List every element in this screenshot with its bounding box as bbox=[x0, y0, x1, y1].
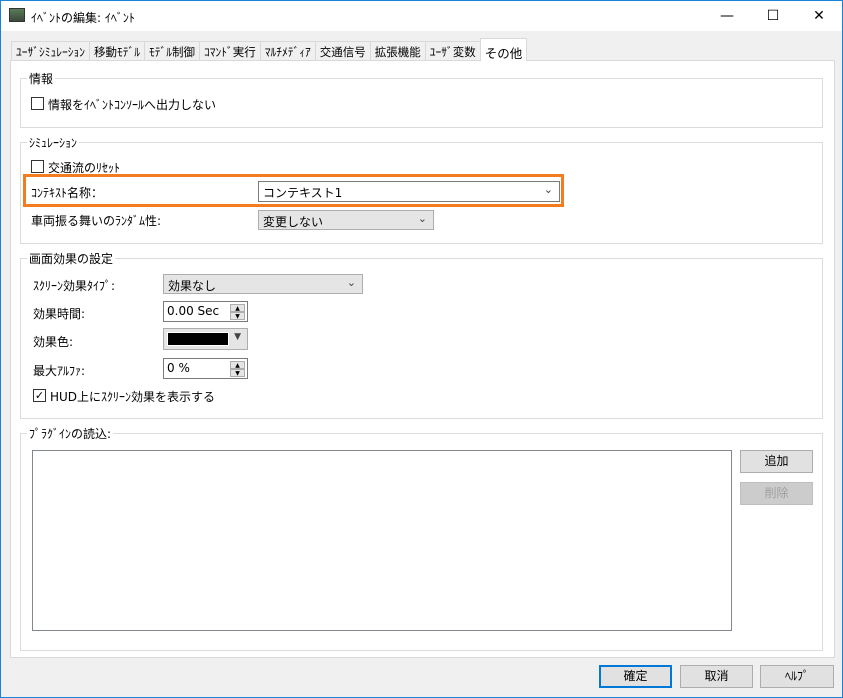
remove-plugin-button[interactable]: 削除 bbox=[740, 482, 813, 505]
info-group-title: 情報 bbox=[27, 70, 56, 87]
window-title: ｲﾍﾞﾝﾄの編集: ｲﾍﾞﾝﾄ bbox=[31, 11, 135, 25]
effect-type-value: 効果なし bbox=[168, 279, 217, 293]
tab-extensions[interactable]: 拡張機能 bbox=[369, 41, 426, 61]
color-swatch bbox=[167, 332, 229, 346]
chevron-down-icon: ⌄ bbox=[346, 276, 356, 289]
tab-movement-model[interactable]: 移動ﾓﾃﾞﾙ bbox=[89, 41, 145, 61]
tab-other[interactable]: その他 bbox=[479, 38, 528, 61]
screen-effect-group-title: 画面効果の設定 bbox=[27, 250, 116, 267]
hud-checkbox[interactable]: ✓ bbox=[33, 389, 46, 402]
no-output-checkbox[interactable] bbox=[31, 97, 44, 110]
effect-time-spinner[interactable]: 0.00 Sec ▲ ▼ bbox=[163, 301, 248, 322]
screen-effect-group: 画面効果の設定 ｽｸﾘｰﾝ効果ﾀｲﾌﾟ: 効果なし ⌄ 効果時間: 0.00 S… bbox=[20, 250, 823, 419]
effect-color-picker[interactable]: ▼ bbox=[163, 328, 248, 350]
tab-multimedia[interactable]: ﾏﾙﾁﾒﾃﾞｨｱ bbox=[259, 41, 316, 61]
plugin-group: ﾌﾟﾗｸﾞｲﾝの読込: 追加 削除 bbox=[20, 425, 823, 651]
context-name-highlight bbox=[23, 174, 564, 207]
add-plugin-button[interactable]: 追加 bbox=[740, 450, 813, 473]
title-bar: ｲﾍﾞﾝﾄの編集: ｲﾍﾞﾝﾄ — ☐ ✕ bbox=[1, 1, 842, 31]
randomness-combo[interactable]: 変更しない ⌄ bbox=[258, 210, 434, 230]
randomness-label: 車両振る舞いのﾗﾝﾀﾞﾑ性: bbox=[31, 214, 162, 228]
help-button[interactable]: ﾍﾙﾌﾟ bbox=[760, 665, 834, 688]
hud-label: HUD上にｽｸﾘｰﾝ効果を表示する bbox=[50, 390, 216, 404]
close-button[interactable]: ✕ bbox=[796, 1, 842, 31]
max-alpha-value: 0 % bbox=[167, 361, 190, 375]
randomness-value: 変更しない bbox=[263, 215, 324, 229]
tab-model-control[interactable]: ﾓﾃﾞﾙ制御 bbox=[144, 41, 200, 61]
max-alpha-spinner[interactable]: 0 % ▲ ▼ bbox=[163, 358, 248, 379]
app-icon bbox=[9, 8, 25, 22]
ok-button[interactable]: 確定 bbox=[599, 665, 672, 688]
plugin-list[interactable] bbox=[32, 450, 732, 631]
maximize-button[interactable]: ☐ bbox=[750, 1, 796, 31]
minimize-button[interactable]: — bbox=[704, 1, 750, 31]
effect-time-label: 効果時間: bbox=[33, 307, 86, 321]
spin-down-icon[interactable]: ▼ bbox=[230, 369, 245, 377]
reset-traffic-checkbox[interactable] bbox=[31, 160, 44, 173]
effect-type-label: ｽｸﾘｰﾝ効果ﾀｲﾌﾟ: bbox=[33, 279, 116, 293]
tab-command-execution[interactable]: ｺﾏﾝﾄﾞ実行 bbox=[199, 41, 261, 61]
spin-down-icon[interactable]: ▼ bbox=[230, 312, 245, 320]
cancel-button[interactable]: 取消 bbox=[680, 665, 753, 688]
dialog-window: ｲﾍﾞﾝﾄの編集: ｲﾍﾞﾝﾄ — ☐ ✕ ﾕｰｻﾞｼﾐｭﾚｰｼｮﾝ 移動ﾓﾃﾞ… bbox=[0, 0, 843, 698]
tab-bar: ﾕｰｻﾞｼﾐｭﾚｰｼｮﾝ 移動ﾓﾃﾞﾙ ﾓﾃﾞﾙ制御 ｺﾏﾝﾄﾞ実行 ﾏﾙﾁﾒﾃ… bbox=[11, 38, 528, 61]
dropdown-arrow-icon: ▼ bbox=[234, 332, 241, 342]
tab-traffic-signal[interactable]: 交通信号 bbox=[314, 41, 371, 61]
effect-time-value: 0.00 Sec bbox=[167, 304, 220, 318]
no-output-label: 情報をｲﾍﾞﾝﾄｺﾝｿｰﾙへ出力しない bbox=[48, 98, 217, 112]
spin-up-icon[interactable]: ▲ bbox=[230, 361, 245, 369]
tab-user-variables[interactable]: ﾕｰｻﾞ変数 bbox=[424, 41, 481, 61]
effect-type-combo[interactable]: 効果なし ⌄ bbox=[163, 274, 363, 294]
plugin-group-title: ﾌﾟﾗｸﾞｲﾝの読込: bbox=[27, 425, 114, 442]
simulation-group-title: ｼﾐｭﾚｰｼｮﾝ bbox=[27, 134, 80, 151]
info-group: 情報 情報をｲﾍﾞﾝﾄｺﾝｿｰﾙへ出力しない bbox=[20, 70, 823, 128]
effect-color-label: 効果色: bbox=[33, 335, 74, 349]
max-alpha-label: 最大ｱﾙﾌｧ: bbox=[33, 364, 86, 378]
tab-user-simulation[interactable]: ﾕｰｻﾞｼﾐｭﾚｰｼｮﾝ bbox=[11, 41, 90, 61]
chevron-down-icon: ⌄ bbox=[417, 212, 427, 225]
tab-panel: 情報 情報をｲﾍﾞﾝﾄｺﾝｿｰﾙへ出力しない ｼﾐｭﾚｰｼｮﾝ 交通流のﾘｾｯﾄ… bbox=[10, 60, 835, 658]
spin-up-icon[interactable]: ▲ bbox=[230, 304, 245, 312]
